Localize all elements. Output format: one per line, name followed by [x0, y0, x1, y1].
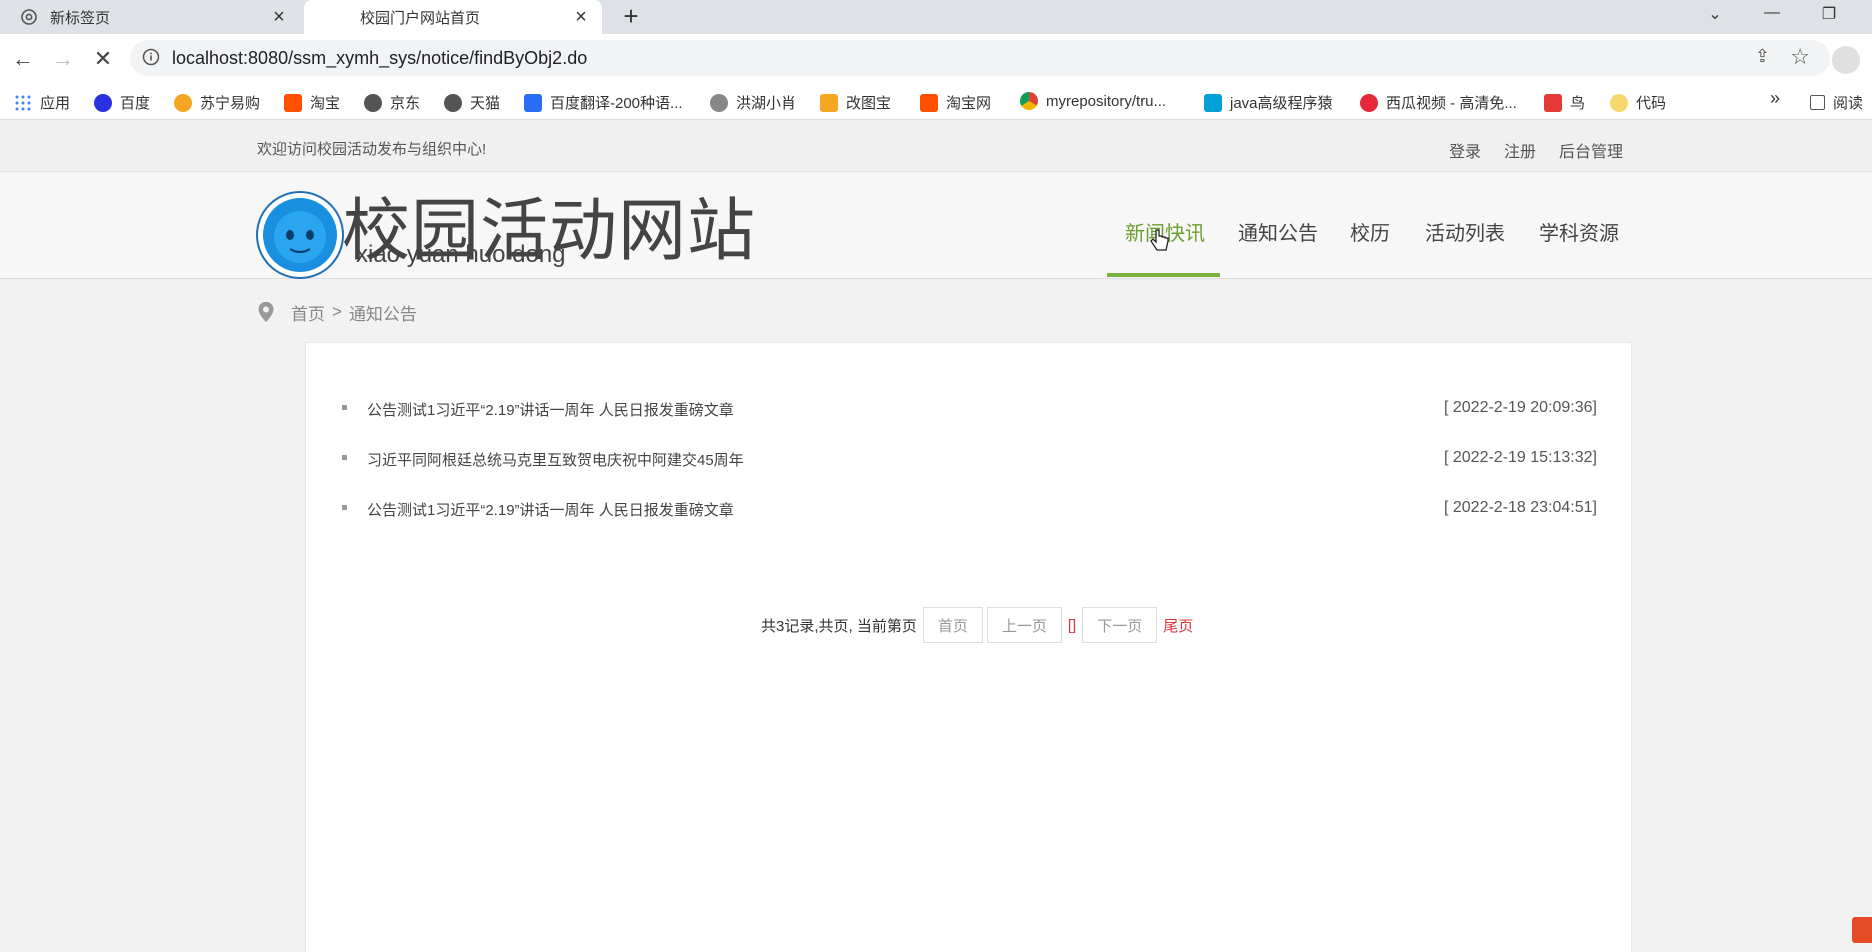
- notice-date: [ 2022-2-19 15:13:32]: [1443, 449, 1597, 466]
- breadcrumb-separator: >: [332, 302, 342, 321]
- restore-button[interactable]: ❐: [1814, 4, 1844, 26]
- active-nav-indicator: [1107, 273, 1220, 277]
- site-subtitle: xiao yuan huo dong: [356, 241, 566, 268]
- bookmark-java[interactable]: java高级程序猿: [1204, 92, 1333, 113]
- notice-title[interactable]: 公告测试1习近平“2.19”讲话一周年 人民日报发重磅文章: [367, 399, 734, 420]
- tab-new-tab[interactable]: 新标签页 ×: [0, 0, 300, 34]
- bookmark-baidu[interactable]: 百度: [94, 92, 150, 113]
- forward-button[interactable]: →: [48, 44, 78, 74]
- notice-title[interactable]: 习近平同阿根廷总统马克里互致贺电庆祝中阿建交45周年: [367, 449, 744, 470]
- admin-link[interactable]: 后台管理: [1559, 138, 1623, 162]
- tab-label: 新标签页: [50, 9, 111, 27]
- first-page-button[interactable]: 首页: [922, 607, 983, 643]
- bookmark-taobao-web[interactable]: 淘宝网: [920, 92, 991, 113]
- next-page-button[interactable]: 下一页: [1082, 607, 1158, 643]
- reading-list-button[interactable]: 阅读: [1810, 92, 1863, 113]
- bookmark-xigua[interactable]: 西瓜视频 - 高清免...: [1360, 92, 1517, 113]
- browser-toolbar: ← → ✕ localhost:8080/ssm_xymh_sys/notice…: [0, 34, 1872, 120]
- pagination-summary: 共3记录,共页, 当前第页: [761, 617, 917, 635]
- bilibili-icon: [1204, 93, 1222, 112]
- welcome-text: 欢迎访问校园活动发布与组织中心!: [257, 141, 487, 158]
- notice-title[interactable]: 公告测试1习近平“2.19”讲话一周年 人民日报发重磅文章: [367, 499, 734, 520]
- apps-grid-icon: [14, 93, 32, 112]
- chrome-icon: [1020, 92, 1038, 110]
- share-icon[interactable]: ⇪: [1755, 46, 1770, 67]
- hand-cursor-icon: [1149, 228, 1171, 254]
- bookmarks-bar: 应用 百度 苏宁易购 淘宝 京东 天猫 百度翻译-200种语... 洪湖小肖 改…: [0, 82, 1872, 120]
- close-icon[interactable]: ×: [270, 7, 288, 27]
- address-bar[interactable]: localhost:8080/ssm_xymh_sys/notice/findB…: [130, 40, 1830, 76]
- translate-icon: [524, 93, 542, 112]
- register-link[interactable]: 注册: [1504, 138, 1536, 162]
- tab-search-icon[interactable]: ⌄: [1700, 4, 1730, 26]
- gaitubao-icon: [820, 93, 838, 112]
- breadcrumb-current: 通知公告: [348, 304, 417, 324]
- close-icon[interactable]: ×: [572, 7, 590, 27]
- list-item[interactable]: 公告测试1习近平“2.19”讲话一周年 人民日报发重磅文章 [ 2022-2-1…: [342, 397, 1597, 421]
- profile-avatar[interactable]: [1832, 46, 1860, 74]
- bookmark-code[interactable]: 代码: [1610, 92, 1666, 113]
- tab-label: 校园门户网站首页: [360, 9, 481, 27]
- nav-calendar[interactable]: 校历: [1350, 217, 1390, 246]
- tab-campus-portal[interactable]: 校园门户网站首页 ×: [304, 0, 602, 34]
- location-pin-icon: [257, 301, 275, 323]
- chrome-icon: [20, 8, 38, 26]
- web-page: 欢迎访问校园活动发布与组织中心! 登录 注册 后台管理 校园活动网站 xiao …: [0, 122, 1872, 952]
- new-tab-button[interactable]: +: [618, 3, 644, 30]
- code-icon: [1610, 93, 1628, 112]
- list-item[interactable]: 公告测试1习近平“2.19”讲话一周年 人民日报发重磅文章 [ 2022-2-1…: [342, 497, 1597, 521]
- list-item[interactable]: 习近平同阿根廷总统马克里互致贺电庆祝中阿建交45周年 [ 2022-2-19 1…: [342, 447, 1597, 471]
- reading-list-icon: [1810, 95, 1825, 110]
- bookmark-gaitubao[interactable]: 改图宝: [820, 92, 891, 113]
- nav-activities[interactable]: 活动列表: [1425, 217, 1505, 246]
- bookmark-jd[interactable]: 京东: [364, 92, 420, 113]
- taobao-icon: [920, 93, 938, 112]
- bookmark-suning[interactable]: 苏宁易购: [174, 92, 260, 113]
- site-top-bar: 欢迎访问校园活动发布与组织中心! 登录 注册 后台管理: [0, 122, 1872, 172]
- notice-date: [ 2022-2-19 20:09:36]: [1443, 399, 1597, 416]
- loading-icon: [304, 8, 348, 26]
- html5-badge-icon: [1852, 917, 1872, 943]
- bookmarks-more-button[interactable]: »: [1770, 88, 1780, 109]
- bookmark-myrepository[interactable]: myrepository/tru...: [1020, 92, 1166, 110]
- globe-icon: [364, 93, 382, 112]
- back-button[interactable]: ←: [8, 44, 38, 74]
- stop-loading-button[interactable]: ✕: [88, 44, 118, 74]
- bookmark-tmall[interactable]: 天猫: [444, 92, 500, 113]
- breadcrumb: 首页 > 通知公告: [257, 300, 417, 324]
- tab-bar: 新标签页 × 校园门户网站首页 × + ⌄ — ❐: [0, 0, 1872, 34]
- notice-date: [ 2022-2-18 23:04:51]: [1443, 499, 1597, 516]
- star-icon[interactable]: ☆: [1790, 44, 1810, 70]
- baidu-paw-icon: [94, 93, 112, 112]
- prev-page-button[interactable]: 上一页: [986, 607, 1062, 643]
- suning-lion-icon: [174, 93, 192, 112]
- last-page-link[interactable]: 尾页: [1163, 615, 1193, 636]
- info-icon[interactable]: [142, 48, 162, 68]
- bookmark-apps[interactable]: 应用: [14, 92, 70, 113]
- minimize-button[interactable]: —: [1757, 4, 1787, 26]
- site-header: 校园活动网站 xiao yuan huo dong 新闻快讯 通知公告 校历 活…: [0, 173, 1872, 279]
- bookmark-bird[interactable]: 鸟: [1544, 92, 1585, 113]
- bird-icon: [710, 93, 728, 112]
- play-icon: [1360, 93, 1378, 112]
- login-link[interactable]: 登录: [1449, 138, 1481, 162]
- pagination: 共3记录,共页, 当前第页 首页 上一页 [] 下一页 尾页: [761, 607, 1197, 643]
- bookmark-baidu-translate[interactable]: 百度翻译-200种语...: [524, 92, 683, 113]
- globe-icon: [444, 93, 462, 112]
- taobao-icon: [284, 93, 302, 112]
- nav-resources[interactable]: 学科资源: [1539, 217, 1619, 246]
- bullet-icon: [342, 505, 347, 510]
- bird-icon: [1544, 93, 1562, 112]
- school-logo[interactable]: [256, 191, 344, 279]
- page-marker: []: [1067, 616, 1077, 634]
- breadcrumb-home[interactable]: 首页: [291, 300, 325, 325]
- bookmark-taobao[interactable]: 淘宝: [284, 92, 340, 113]
- notice-list-panel: 公告测试1习近平“2.19”讲话一周年 人民日报发重磅文章 [ 2022-2-1…: [305, 342, 1632, 952]
- url-text: localhost:8080/ssm_xymh_sys/notice/findB…: [172, 48, 588, 68]
- bullet-icon: [342, 405, 347, 410]
- bullet-icon: [342, 455, 347, 460]
- nav-notices[interactable]: 通知公告: [1238, 217, 1318, 246]
- bookmark-honghu[interactable]: 洪湖小肖: [710, 92, 796, 113]
